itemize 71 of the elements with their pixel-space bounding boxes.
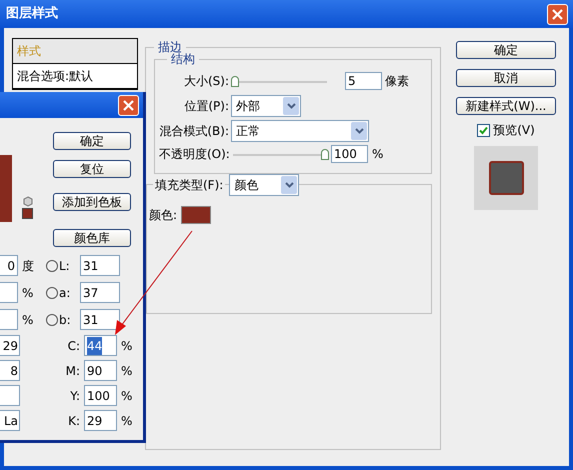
unit-label: % [121,388,132,404]
unit-label: % [22,312,34,328]
unit-label: 度 [22,258,35,274]
close-icon [552,8,563,20]
lab-input[interactable]: 31 [80,309,120,330]
field-label: Y: [69,388,80,404]
field-label: C: [66,338,80,354]
field-label: 颜色: [149,207,178,224]
dialog-button[interactable]: 确定 [53,132,131,150]
field-label: L: [59,258,71,274]
field-value: 90 [87,362,102,380]
field-value: 29 [87,412,102,430]
hsb-input[interactable]: 0 [0,255,18,276]
unit-label: 像素 [385,73,409,90]
preview-checkbox[interactable] [477,124,490,136]
close-icon [123,100,134,110]
unit-label: % [22,284,34,302]
color-value-input[interactable]: 8 [0,360,20,381]
color-swatch[interactable] [181,206,212,224]
dropdown-select[interactable]: 颜色 [229,174,300,196]
size-input[interactable]: 5 [345,72,382,90]
field-value: 44 [87,336,102,354]
window-title: 图层样式 [6,5,58,24]
dialog-button[interactable]: 取消 [456,69,556,87]
field-label: 大小(S): [182,73,229,90]
new-color-swatch [0,155,12,222]
color-value-input[interactable]: La [0,410,20,431]
cube-icon [22,196,32,207]
slider-track[interactable] [231,76,327,88]
field-label: a: [59,284,72,302]
field-label: b: [59,312,72,328]
slider-thumb[interactable] [321,149,329,160]
radio-button[interactable] [46,286,58,298]
field-label: 位置(P): [183,98,229,115]
radio-button[interactable] [46,314,58,326]
dropdown-select[interactable]: 正常 [231,120,369,142]
slider-track[interactable] [233,149,329,161]
cmyk-input[interactable]: 29 [84,410,117,431]
radio-button[interactable] [46,260,58,272]
cmyk-input[interactable]: 100 [84,385,117,406]
field-label: 填充类型(F): [153,176,226,194]
group-title: 描边 [157,39,182,54]
lab-input[interactable]: 31 [80,255,120,276]
unit-label: % [372,146,384,163]
field-label: M: [64,362,80,380]
color-value-input[interactable]: 29 [0,335,20,356]
web-color-swatch [22,208,33,219]
cmyk-input[interactable]: 44 [84,335,117,356]
close-button[interactable] [118,94,139,116]
preview-square [488,161,524,195]
unit-label: % [121,412,132,430]
unit-label: % [121,338,132,354]
cmyk-input[interactable]: 90 [84,360,117,381]
unit-label: % [121,362,132,380]
dialog-button[interactable]: 复位 [53,160,131,178]
group-title: 结构 [171,52,196,68]
field-label: 不透明度(O): [159,146,229,163]
close-button[interactable] [547,4,568,24]
checkbox-label: 预览(V) [493,122,535,139]
lab-input[interactable]: 37 [80,282,120,303]
dialog-button[interactable]: 确定 [456,41,556,59]
dropdown-select[interactable]: 外部 [231,95,301,117]
dialog-button[interactable]: 添加到色板 [53,193,131,211]
dialog-button[interactable]: 新建样式(W)... [456,97,556,115]
check-icon [479,126,488,134]
field-label: K: [67,412,80,430]
field-label: 混合模式(B): [159,123,229,140]
dialog-button[interactable]: 颜色库 [53,229,131,247]
slider-thumb[interactable] [231,76,239,87]
field-value: 100 [87,388,110,404]
opacity-input[interactable]: 100 [331,145,368,163]
